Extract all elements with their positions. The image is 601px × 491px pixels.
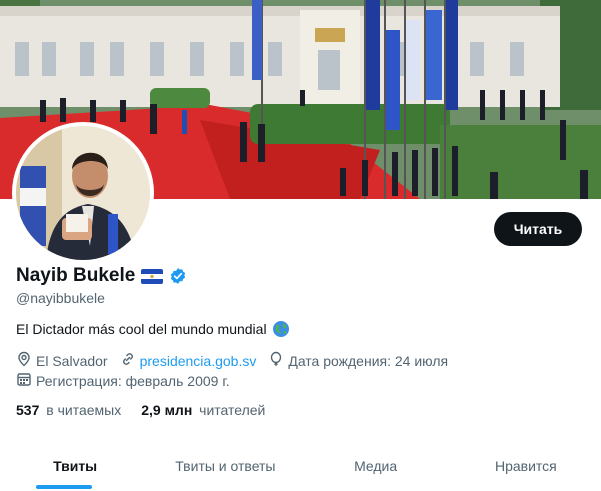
globe-icon [272, 320, 290, 338]
link-icon [120, 351, 136, 370]
following-label: в читаемых [46, 402, 122, 418]
followers-label: читателей [199, 402, 266, 418]
profile-bio: El Dictador más cool del mundo mundial [16, 320, 290, 338]
following-stat[interactable]: 537 в читаемых [16, 402, 121, 418]
profile-name-row: Nayib Bukele [16, 265, 187, 287]
tab-label: Твиты и ответы [175, 457, 276, 474]
profile-meta-row: El Salvador presidencia.gob.sv Дата рожд… [16, 351, 460, 370]
tab-label: Твиты [53, 457, 98, 474]
joined-text: Регистрация: февраль 2009 г. [36, 372, 230, 389]
tab-media[interactable]: Медиа [301, 440, 451, 491]
followers-count: 2,9 млн [141, 402, 193, 418]
birthday-text: Дата рождения: 24 июля [288, 352, 449, 369]
balloon-icon [268, 351, 284, 370]
location-text: El Salvador [36, 352, 108, 369]
location-item: El Salvador [16, 351, 108, 370]
website-link[interactable]: presidencia.gob.sv [140, 353, 257, 369]
active-tab-indicator [36, 485, 92, 489]
followers-stat[interactable]: 2,9 млн читателей [141, 402, 265, 418]
bio-text: El Dictador más cool del mundo mundial [16, 321, 267, 337]
profile-joined-row: Регистрация: февраль 2009 г. [16, 371, 242, 390]
el-salvador-flag-icon [141, 268, 164, 284]
tab-tweets-and-replies[interactable]: Твиты и ответы [150, 440, 300, 491]
follow-button[interactable]: Читать [494, 212, 582, 246]
tab-likes[interactable]: Нравится [451, 440, 601, 491]
profile-stats: 537 в читаемых 2,9 млн читателей [16, 402, 285, 418]
calendar-icon [16, 371, 32, 390]
tab-tweets[interactable]: Твиты [0, 440, 150, 491]
verified-badge-icon [169, 267, 187, 285]
tab-label: Медиа [354, 457, 398, 474]
joined-item: Регистрация: февраль 2009 г. [16, 371, 230, 390]
tab-label: Нравится [494, 457, 557, 474]
website-item[interactable]: presidencia.gob.sv [120, 351, 257, 370]
profile-handle: @nayibbukele [16, 290, 105, 306]
following-count: 537 [16, 402, 40, 418]
birthday-item: Дата рождения: 24 июля [268, 351, 448, 370]
profile-avatar[interactable] [12, 122, 154, 264]
location-pin-icon [16, 351, 32, 370]
avatar-photo [16, 126, 150, 260]
profile-tabs: Твиты Твиты и ответы Медиа Нравится [0, 440, 601, 491]
profile-display-name: Nayib Bukele [16, 265, 136, 286]
